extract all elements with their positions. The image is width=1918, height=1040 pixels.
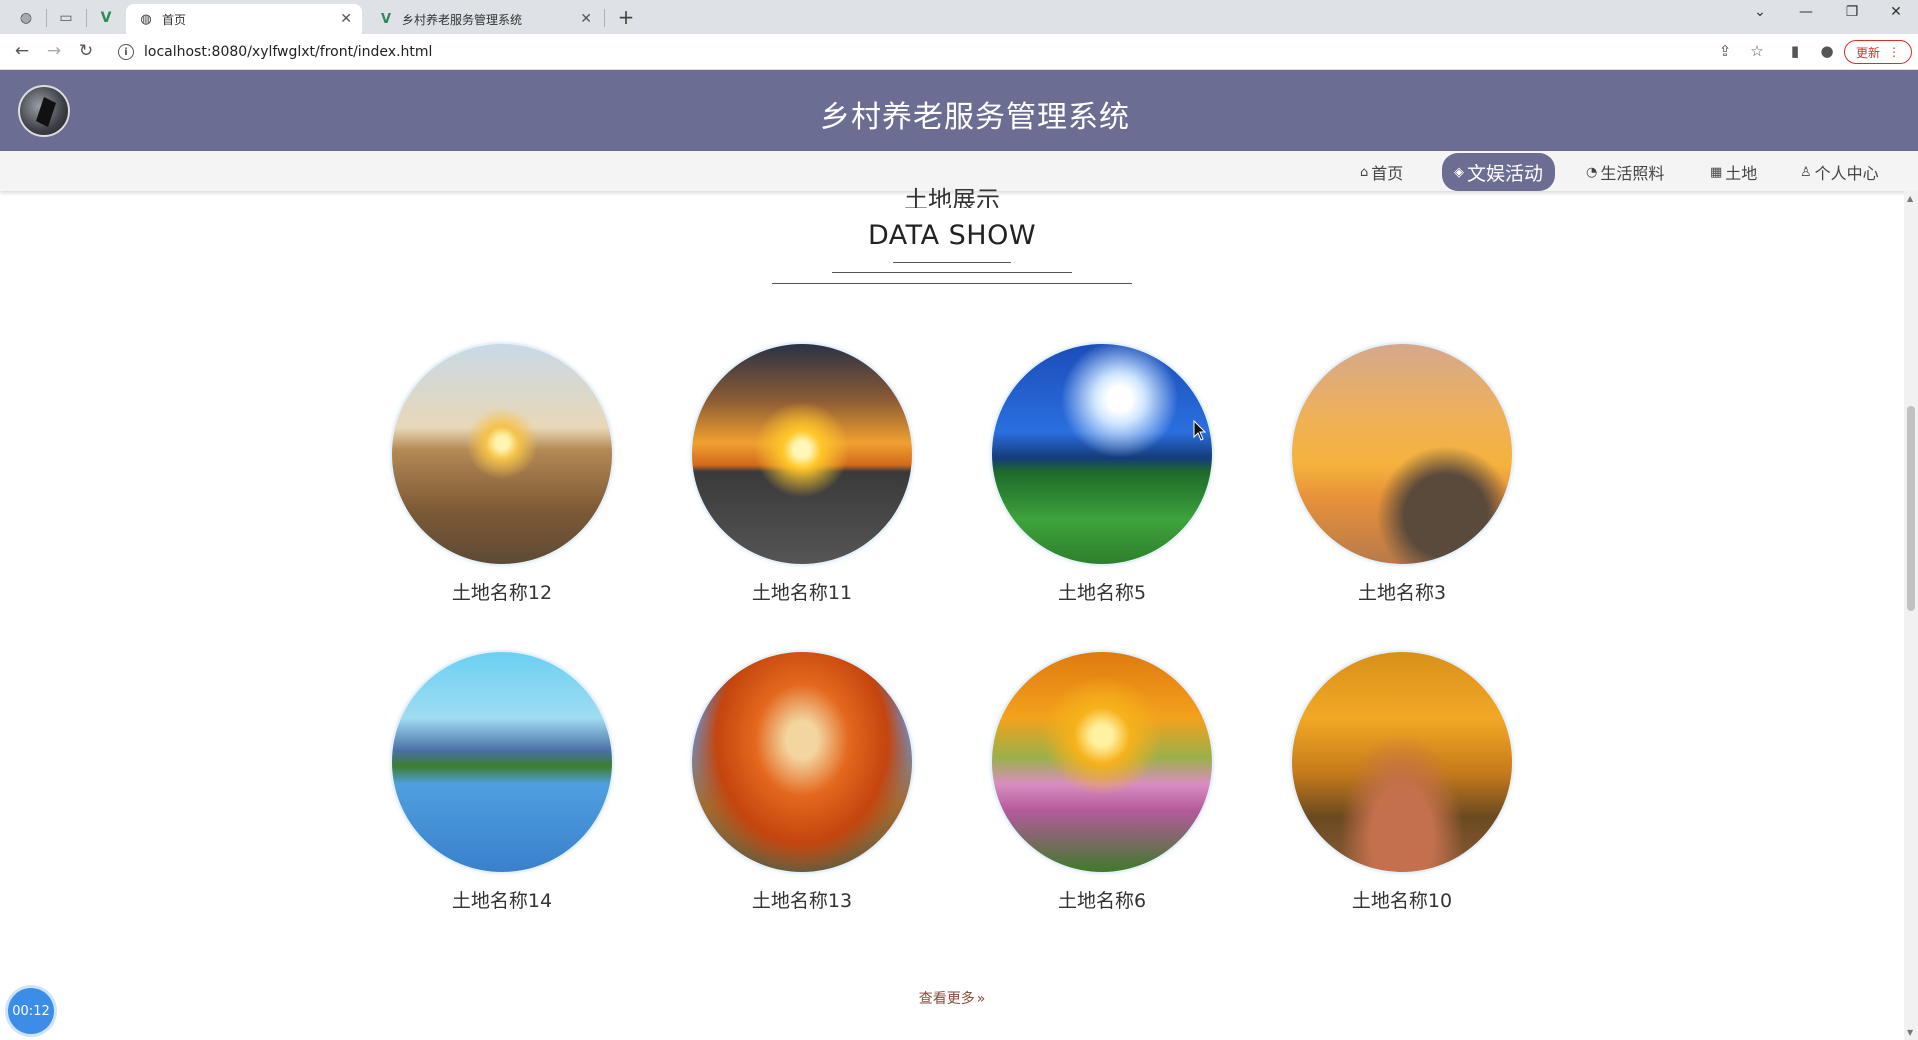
land-image[interactable] [392, 652, 612, 872]
close-icon[interactable]: ✕ [340, 11, 352, 27]
land-name: 土地名称5 [1057, 582, 1147, 604]
back-icon[interactable]: ← [10, 41, 34, 61]
view-more-label: 查看更多 [918, 991, 975, 1007]
land-image[interactable] [1292, 344, 1512, 564]
scroll-down-icon[interactable]: ▼ [1907, 1028, 1913, 1037]
minimize-icon[interactable]: — [1786, 4, 1826, 20]
url-field[interactable]: i localhost:8080/xylfwglxt/front/index.h… [110, 38, 1750, 66]
land-name: 土地名称10 [1351, 890, 1453, 912]
page-scrollbar[interactable]: ▲ ▼ [1904, 191, 1918, 1040]
divider [893, 262, 1011, 263]
land-name: 土地名称13 [751, 890, 853, 912]
section-title-en: DATA SHOW [867, 220, 1037, 251]
tab-divider [604, 9, 605, 27]
tab-home[interactable]: ◍ 首页 ✕ [126, 4, 362, 34]
vue-icon: V [380, 11, 392, 27]
land-card[interactable]: 土地名称10 [1282, 652, 1522, 913]
tab-search-icon[interactable]: ⌄ [1740, 4, 1780, 20]
land-name: 土地名称3 [1357, 582, 1447, 604]
land-card[interactable]: 土地名称3 [1282, 344, 1522, 605]
blank-tab-icon[interactable]: ▭ [50, 4, 82, 32]
section-title-cn: 土地展示 [904, 186, 1000, 208]
tab-system[interactable]: V 乡村养老服务管理系统 ✕ [366, 4, 602, 34]
tab-title: 首页 [162, 12, 187, 27]
palette-icon: ◔ [1586, 164, 1598, 180]
land-image[interactable] [692, 652, 912, 872]
update-label: 更新 [1855, 45, 1880, 60]
divider [772, 283, 1132, 284]
tab-title: 乡村养老服务管理系统 [402, 12, 523, 27]
address-bar: ← → ↻ i localhost:8080/xylfwglxt/front/i… [0, 34, 1918, 70]
site-header: 乡村养老服务管理系统 [0, 70, 1918, 151]
timer-badge[interactable]: 00:12 [8, 988, 54, 1034]
land-image[interactable] [692, 344, 912, 564]
land-image[interactable] [992, 652, 1212, 872]
vue-icon[interactable]: V [90, 4, 122, 32]
home-icon: ⌂ [1360, 164, 1369, 180]
side-panel-icon[interactable]: ▮ [1784, 42, 1806, 60]
mouse-cursor-icon [1193, 420, 1207, 441]
double-chevron-right-icon: » [976, 991, 986, 1007]
divider [832, 272, 1072, 273]
bookmark-star-icon[interactable]: ☆ [1746, 42, 1768, 60]
update-button[interactable]: 更新 ⋮ [1844, 40, 1912, 64]
more-menu-icon: ⋮ [1888, 45, 1900, 59]
land-card[interactable]: 土地名称12 [382, 344, 622, 605]
land-card[interactable]: 土地名称13 [682, 652, 922, 913]
window-close-icon[interactable]: ✕ [1876, 4, 1916, 20]
land-name: 土地名称11 [751, 582, 853, 604]
new-tab-icon[interactable]: + [614, 5, 638, 29]
land-name: 土地名称12 [451, 582, 553, 604]
land-card[interactable]: 土地名称6 [982, 652, 1222, 913]
layers-icon: ◈ [1454, 164, 1464, 180]
land-card[interactable]: 土地名称5 [982, 344, 1222, 605]
land-name: 土地名称14 [451, 890, 553, 912]
reload-icon[interactable]: ↻ [74, 41, 98, 61]
scrollbar-thumb[interactable] [1907, 406, 1915, 611]
land-card[interactable]: 土地名称11 [682, 344, 922, 605]
info-icon[interactable]: i [118, 44, 134, 60]
url-text: localhost:8080/xylfwglxt/front/index.htm… [144, 44, 433, 60]
close-icon[interactable]: ✕ [580, 11, 592, 27]
land-card[interactable]: 土地名称14 [382, 652, 622, 913]
grid-icon: ▦ [1710, 164, 1723, 180]
restore-icon[interactable]: ❐ [1832, 4, 1872, 20]
land-image[interactable] [992, 344, 1212, 564]
user-icon: ♙ [1800, 164, 1812, 180]
land-image[interactable] [392, 344, 612, 564]
browser-tab-bar: ◍ ▭ V ◍ 首页 ✕ V 乡村养老服务管理系统 ✕ + ⌄ — ❐ ✕ [0, 0, 1918, 34]
site-title: 乡村养老服务管理系统 [820, 100, 1130, 135]
view-more-link[interactable]: 查看更多» [0, 988, 1904, 1008]
globe-icon: ◍ [140, 11, 152, 27]
scroll-up-icon[interactable]: ▲ [1907, 194, 1913, 203]
forward-icon[interactable]: → [42, 41, 66, 61]
land-image[interactable] [1292, 652, 1512, 872]
land-name: 土地名称6 [1057, 890, 1147, 912]
globe-icon[interactable]: ◍ [10, 4, 42, 32]
tab-divider [86, 9, 87, 27]
tab-divider [46, 9, 47, 27]
share-icon[interactable]: ⇪ [1714, 42, 1736, 60]
profile-icon[interactable]: ● [1816, 42, 1838, 60]
